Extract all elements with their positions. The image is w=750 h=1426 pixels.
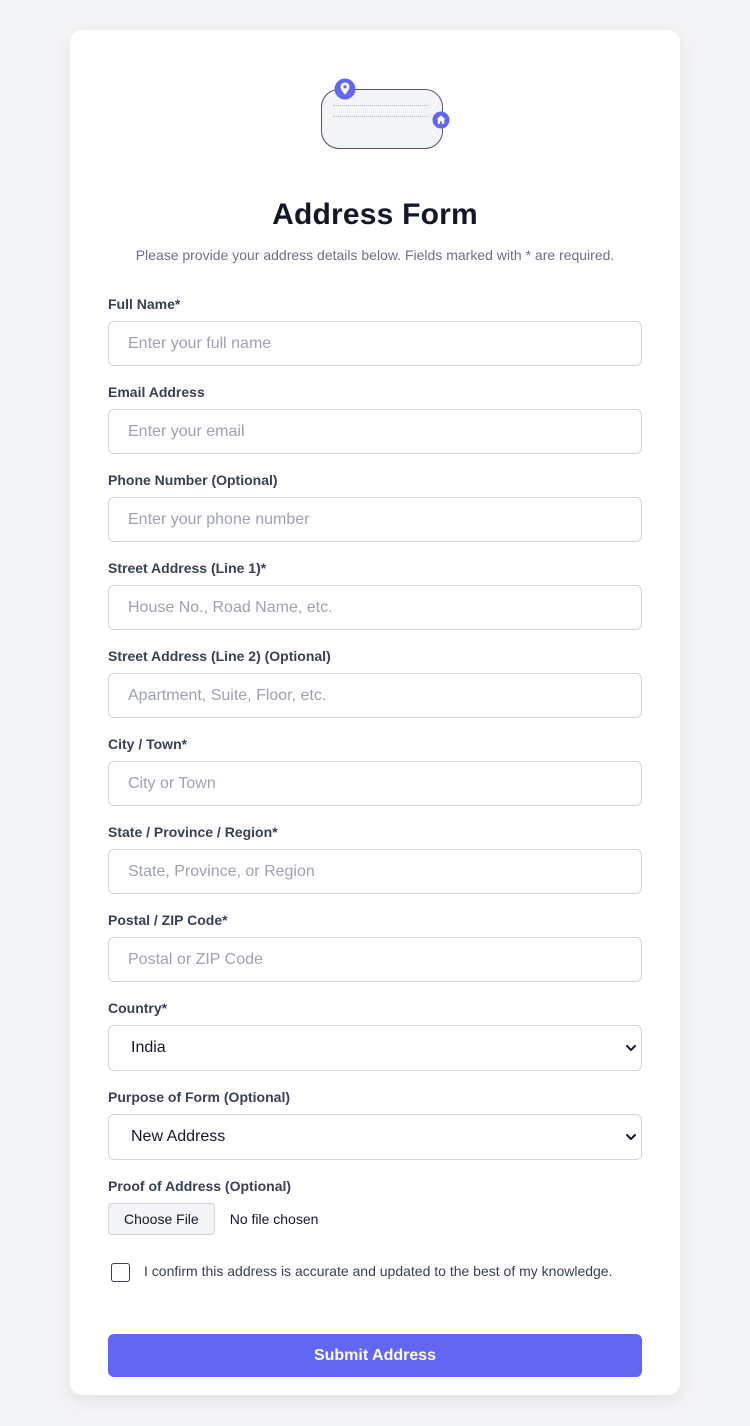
city-input[interactable] — [108, 761, 642, 806]
street2-group: Street Address (Line 2) (Optional) — [108, 648, 642, 718]
phone-label: Phone Number (Optional) — [108, 472, 278, 488]
address-form: Full Name* Email Address Phone Number (O… — [108, 296, 642, 1377]
file-status: No file chosen — [229, 1211, 319, 1227]
choose-file-button[interactable]: Choose File — [108, 1203, 215, 1235]
file-upload: Choose File No file chosen — [108, 1203, 642, 1235]
country-select[interactable]: India — [108, 1025, 642, 1071]
country-selected-value: India — [131, 1039, 166, 1056]
phone-group: Phone Number (Optional) — [108, 472, 642, 542]
phone-input[interactable] — [108, 497, 642, 542]
purpose-group: Purpose of Form (Optional) New Address — [108, 1089, 642, 1160]
postal-label: Postal / ZIP Code* — [108, 912, 228, 928]
state-group: State / Province / Region* — [108, 824, 642, 894]
address-illustration — [305, 78, 450, 168]
full-name-input[interactable] — [108, 321, 642, 366]
email-input[interactable] — [108, 409, 642, 454]
dotted-line — [333, 116, 429, 117]
submit-button[interactable]: Submit Address — [108, 1334, 642, 1377]
page-title: Address Form — [272, 198, 478, 231]
confirm-row: I confirm this address is accurate and u… — [108, 1262, 642, 1282]
proof-group: Proof of Address (Optional) Choose File … — [108, 1178, 642, 1235]
purpose-select[interactable]: New Address — [108, 1114, 642, 1160]
email-label: Email Address — [108, 384, 205, 400]
purpose-selected-value: New Address — [131, 1128, 226, 1145]
street1-group: Street Address (Line 1)* — [108, 560, 642, 630]
dotted-line — [333, 105, 429, 106]
postal-input[interactable] — [108, 937, 642, 982]
postal-group: Postal / ZIP Code* — [108, 912, 642, 982]
country-group: Country* India — [108, 1000, 642, 1071]
state-label: State / Province / Region* — [108, 824, 278, 840]
street2-input[interactable] — [108, 673, 642, 718]
country-label: Country* — [108, 1000, 168, 1016]
chevron-down-icon — [625, 1130, 637, 1144]
map-pin-icon — [334, 78, 356, 100]
confirm-label: I confirm this address is accurate and u… — [144, 1263, 613, 1279]
home-icon — [432, 111, 450, 129]
street1-input[interactable] — [108, 585, 642, 630]
street1-label: Street Address (Line 1)* — [108, 560, 267, 576]
street2-label: Street Address (Line 2) (Optional) — [108, 648, 331, 664]
full-name-group: Full Name* — [108, 296, 642, 366]
state-input[interactable] — [108, 849, 642, 894]
confirm-checkbox[interactable] — [111, 1263, 130, 1282]
full-name-label: Full Name* — [108, 296, 181, 312]
page-subtitle: Please provide your address details belo… — [135, 247, 615, 263]
proof-label: Proof of Address (Optional) — [108, 1178, 292, 1194]
city-label: City / Town* — [108, 736, 188, 752]
chevron-down-icon — [625, 1041, 637, 1055]
purpose-label: Purpose of Form (Optional) — [108, 1089, 290, 1105]
address-form-card: Address Form Please provide your address… — [70, 30, 680, 1395]
email-group: Email Address — [108, 384, 642, 454]
city-group: City / Town* — [108, 736, 642, 806]
